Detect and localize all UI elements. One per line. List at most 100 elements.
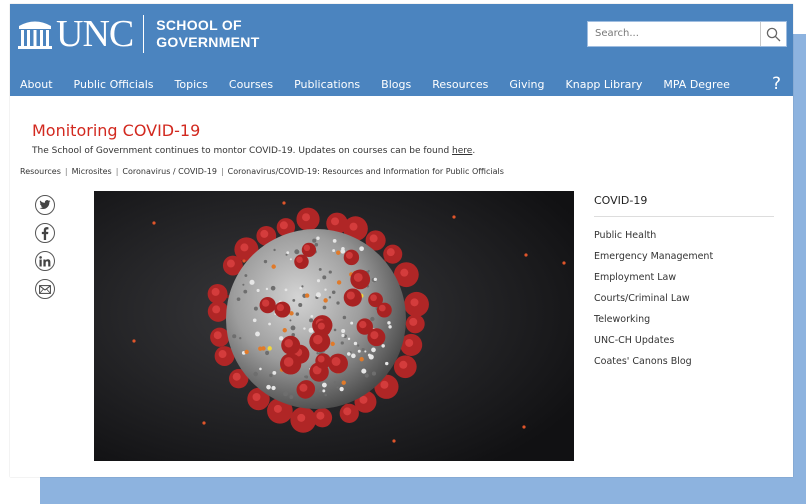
- surface-protein: [304, 293, 310, 298]
- floating-particle: [392, 439, 396, 443]
- floating-particle: [242, 259, 246, 263]
- nav-courses[interactable]: Courses: [229, 76, 273, 96]
- surface-texture: [294, 249, 300, 255]
- surface-texture: [373, 277, 377, 282]
- surface-texture: [273, 248, 276, 252]
- surface-texture: [314, 242, 319, 247]
- nav-resources[interactable]: Resources: [432, 76, 488, 96]
- surface-texture: [309, 318, 314, 323]
- surface-texture: [266, 384, 271, 390]
- surface-texture: [390, 298, 394, 302]
- spike-highlight: [313, 334, 323, 345]
- spike-highlight: [252, 393, 261, 402]
- surface-texture: [322, 389, 326, 393]
- share-twitter-button[interactable]: [35, 195, 55, 215]
- spike-highlight: [400, 268, 409, 277]
- floating-particle: [202, 421, 206, 425]
- spike-highlight: [302, 213, 311, 222]
- nav-topics[interactable]: Topics: [175, 76, 208, 96]
- spike-highlight: [378, 304, 386, 312]
- spike-highlight: [260, 229, 269, 238]
- spike-highlight: [232, 372, 241, 381]
- nav-giving[interactable]: Giving: [509, 76, 544, 96]
- twitter-icon: [39, 200, 51, 210]
- nav-public-officials[interactable]: Public Officials: [74, 76, 154, 96]
- spike-highlight: [279, 221, 288, 230]
- sidebar-link-emergency-management[interactable]: Emergency Management: [594, 246, 774, 267]
- surface-texture: [351, 353, 356, 359]
- surface-texture: [361, 347, 365, 352]
- surface-texture: [332, 238, 337, 243]
- spike-highlight: [303, 244, 311, 252]
- surface-texture: [269, 373, 273, 378]
- surface-texture: [316, 279, 321, 283]
- surface-protein: [330, 341, 335, 347]
- surface-texture: [341, 329, 346, 334]
- spike-highlight: [296, 256, 303, 263]
- surface-texture: [239, 337, 242, 340]
- surface-texture: [312, 238, 317, 243]
- spike-highlight: [386, 248, 395, 257]
- surface-texture: [315, 292, 321, 298]
- surface-texture: [243, 289, 248, 294]
- surface-texture: [371, 371, 377, 376]
- sidebar-title: COVID-19: [594, 194, 774, 217]
- unc-sog-logo[interactable]: UNC SCHOOL OF GOVERNMENT: [16, 13, 260, 55]
- surface-texture: [347, 337, 351, 341]
- nav-mpa-degree[interactable]: MPA Degree: [663, 76, 729, 96]
- search-button[interactable]: [759, 22, 786, 46]
- sidebar-link-unc-ch-updates[interactable]: UNC-CH Updates: [594, 330, 774, 351]
- sidebar-link-public-health[interactable]: Public Health: [594, 225, 774, 246]
- surface-texture: [289, 258, 292, 261]
- spike-highlight: [218, 350, 227, 359]
- search-icon: [766, 27, 781, 41]
- surface-texture: [284, 288, 288, 292]
- sidebar-link-coates-canons-blog[interactable]: Coates' Canons Blog: [594, 351, 774, 372]
- surface-texture: [332, 249, 336, 253]
- surface-texture: [318, 267, 322, 271]
- notice-here-link[interactable]: here: [452, 146, 472, 156]
- breadcrumb-coronavirus[interactable]: Coronavirus / COVID-19: [122, 167, 217, 176]
- surface-texture: [305, 375, 309, 379]
- breadcrumb-resources[interactable]: Resources: [20, 167, 61, 176]
- surface-texture: [342, 315, 347, 320]
- surface-texture: [301, 285, 304, 288]
- nav-blogs[interactable]: Blogs: [381, 76, 411, 96]
- surface-protein: [336, 280, 342, 285]
- surface-texture: [368, 354, 374, 360]
- surface-texture: [340, 341, 344, 345]
- help-button[interactable]: ?: [772, 74, 781, 94]
- search-input[interactable]: [588, 22, 760, 44]
- sidebar-link-employment-law[interactable]: Employment Law: [594, 267, 774, 288]
- spike-highlight: [283, 357, 294, 367]
- surface-texture: [333, 328, 337, 332]
- floating-particle: [452, 215, 456, 219]
- surface-texture: [361, 368, 367, 374]
- spike-highlight: [273, 404, 282, 413]
- breadcrumb: Resources | Microsites | Coronavirus / COVID…: [20, 167, 504, 176]
- surface-texture: [271, 385, 276, 391]
- covid-notice: The School of Government continues to mo…: [32, 146, 475, 156]
- surface-texture: [244, 274, 248, 277]
- surface-texture: [331, 290, 336, 295]
- share-linkedin-button[interactable]: [35, 251, 55, 271]
- nav-about[interactable]: About: [20, 76, 53, 96]
- spike-highlight: [380, 380, 389, 389]
- spike-highlight: [349, 222, 358, 231]
- breadcrumb-microsites[interactable]: Microsites: [72, 167, 112, 176]
- surface-texture: [371, 347, 376, 353]
- nav-publications[interactable]: Publications: [294, 76, 360, 96]
- sidebar-link-teleworking[interactable]: Teleworking: [594, 309, 774, 330]
- spike-highlight: [410, 298, 419, 307]
- surface-texture: [263, 259, 268, 264]
- linkedin-icon: [38, 255, 50, 266]
- floating-particle: [282, 201, 286, 205]
- share-facebook-button[interactable]: [35, 223, 55, 243]
- share-email-button[interactable]: [35, 279, 55, 299]
- surface-texture: [255, 331, 260, 337]
- nav-knapp-library[interactable]: Knapp Library: [566, 76, 643, 96]
- spike-highlight: [276, 303, 285, 312]
- sidebar-link-courts-criminal-law[interactable]: Courts/Criminal Law: [594, 288, 774, 309]
- site-header: UNC SCHOOL OF GOVERNMENT About Public Of…: [10, 4, 793, 96]
- spike-highlight: [359, 320, 367, 329]
